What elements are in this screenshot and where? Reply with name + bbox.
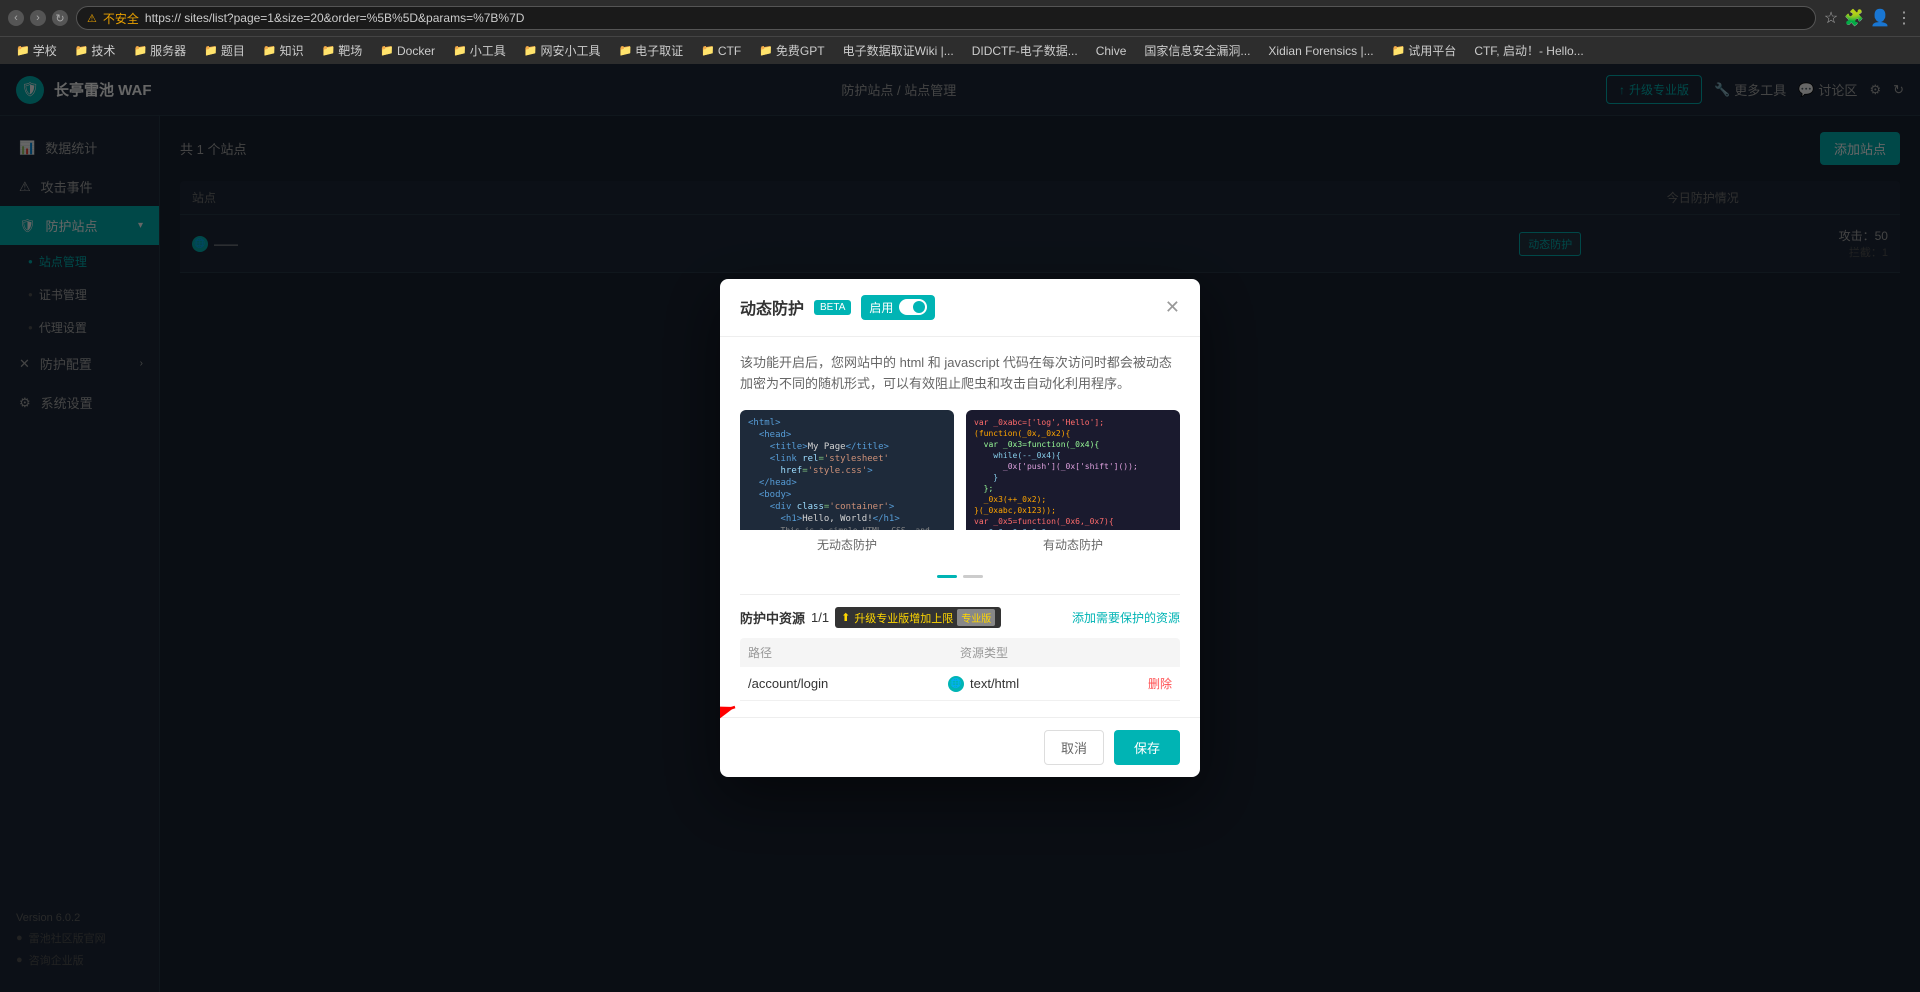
code-after: var _0xabc=['log','Hello']; (function(_0…: [966, 410, 1180, 530]
bookmark-tools[interactable]: 小工具: [445, 40, 514, 61]
bookmark-security[interactable]: 国家信息安全漏洞...: [1136, 40, 1258, 61]
resource-table-row: /account/login 🌐 text/html 删除: [740, 667, 1180, 701]
resource-row-container: /account/login 🌐 text/html 删除: [740, 667, 1180, 701]
toggle-switch[interactable]: [899, 299, 927, 315]
screenshot-right: var _0xabc=['log','Hello']; (function(_0…: [966, 410, 1180, 559]
bookmarks-bar: 学校 技术 服务器 题目 知识 靶场 Docker 小工具 网安小工具 电子取证…: [0, 36, 1920, 64]
delete-resource-button[interactable]: 删除: [1148, 675, 1172, 692]
save-button[interactable]: 保存: [1114, 730, 1180, 765]
bookmark-tech[interactable]: 技术: [67, 40, 124, 61]
bookmark-forensics[interactable]: 电子取证: [610, 40, 691, 61]
bookmark-chive[interactable]: Chive: [1088, 42, 1135, 60]
bookmark-school[interactable]: 学校: [8, 40, 65, 61]
indicator-dot-2[interactable]: [963, 575, 983, 578]
col-type-header: 资源类型: [960, 644, 1172, 661]
bookmark-knowledge[interactable]: 知识: [255, 40, 312, 61]
cancel-button[interactable]: 取消: [1044, 730, 1104, 765]
resources-title: 防护中资源: [740, 608, 805, 627]
url-text: https:// sites/list?page=1&size=20&order…: [145, 11, 525, 25]
bookmark-xidian[interactable]: Xidian Forensics |...: [1260, 42, 1381, 60]
screenshot-left: <html> <head> <title>My Page</title> <li…: [740, 410, 954, 559]
indicator-dot-1[interactable]: [937, 575, 957, 578]
browser-action-icons: ☆ 🧩 👤 ⋮: [1824, 8, 1912, 28]
upgrade-pro-icon: ⬆: [841, 611, 850, 624]
code-before: <html> <head> <title>My Page</title> <li…: [740, 410, 954, 530]
modal-close-button[interactable]: ✕: [1165, 297, 1180, 318]
resource-table-header: 路径 资源类型: [740, 638, 1180, 667]
screenshot-left-label: 无动态防护: [740, 530, 954, 559]
screenshot-right-label: 有动态防护: [966, 530, 1180, 559]
resource-type-label: text/html: [970, 676, 1019, 691]
bookmark-wiki[interactable]: 电子数据取证Wiki |...: [835, 40, 962, 61]
bookmark-ctf2[interactable]: CTF, 启动！- Hello...: [1466, 40, 1591, 61]
resource-type: 🌐 text/html: [948, 676, 1148, 692]
browser-chrome: ‹ › ↻ ⚠ 不安全 https:// sites/list?page=1&s…: [0, 0, 1920, 36]
url-insecure-label: 不安全: [103, 10, 139, 27]
more-menu-icon[interactable]: ⋮: [1896, 8, 1912, 28]
modal-description: 该功能开启后，您网站中的 html 和 javascript 代码在每次访问时都…: [740, 353, 1180, 395]
bookmark-sec-tools[interactable]: 网安小工具: [516, 40, 609, 61]
modal-body: 该功能开启后，您网站中的 html 和 javascript 代码在每次访问时都…: [720, 337, 1200, 718]
modal-header: 动态防护 BETA 启用 ✕: [720, 279, 1200, 337]
add-resource-link[interactable]: 添加需要保护的资源: [1072, 609, 1180, 626]
resource-type-icon: 🌐: [948, 676, 964, 692]
beta-badge: BETA: [814, 300, 851, 315]
modal-overlay[interactable]: 动态防护 BETA 启用 ✕ 该功能开启后，您网站中的 html 和 javas…: [0, 64, 1920, 992]
resources-count: 1/1: [811, 610, 829, 625]
col-path-header: 路径: [748, 644, 960, 661]
resources-section: 防护中资源 1/1 ⬆ 升级专业版增加上限 专业版 添加需要保护的资源 路径 资…: [740, 594, 1180, 701]
bookmark-trial[interactable]: 试用平台: [1384, 40, 1465, 61]
bookmark-ctf[interactable]: CTF: [693, 42, 749, 60]
pro-badge: 专业版: [957, 609, 995, 626]
bookmark-didctf[interactable]: DIDCTF-电子数据...: [964, 40, 1086, 61]
bookmark-star-icon[interactable]: ☆: [1824, 8, 1838, 28]
bookmark-range[interactable]: 靶场: [314, 40, 371, 61]
resources-header: 防护中资源 1/1 ⬆ 升级专业版增加上限 专业版 添加需要保护的资源: [740, 607, 1180, 628]
enable-toggle-button[interactable]: 启用: [861, 295, 935, 320]
bookmark-gpt[interactable]: 免费GPT: [751, 40, 832, 61]
toggle-label: 启用: [869, 299, 893, 316]
resource-path: /account/login: [748, 676, 948, 691]
bookmark-questions[interactable]: 题目: [196, 40, 253, 61]
forward-button[interactable]: ›: [30, 10, 46, 26]
profile-icon[interactable]: 👤: [1870, 8, 1890, 28]
screenshots-container: <html> <head> <title>My Page</title> <li…: [740, 410, 1180, 559]
security-icon: ⚠: [87, 12, 97, 25]
extension-icon[interactable]: 🧩: [1844, 8, 1864, 28]
browser-controls[interactable]: ‹ › ↻: [8, 10, 68, 26]
reload-button[interactable]: ↻: [52, 10, 68, 26]
url-bar[interactable]: ⚠ 不安全 https:// sites/list?page=1&size=20…: [76, 6, 1816, 30]
bookmark-docker[interactable]: Docker: [372, 42, 443, 60]
dynamic-protect-modal: 动态防护 BETA 启用 ✕ 该功能开启后，您网站中的 html 和 javas…: [720, 279, 1200, 778]
bookmark-server[interactable]: 服务器: [125, 40, 194, 61]
upgrade-pro-badge[interactable]: ⬆ 升级专业版增加上限 专业版: [835, 607, 1001, 628]
modal-title: 动态防护: [740, 295, 804, 319]
carousel-indicators: [740, 575, 1180, 578]
modal-footer: 取消 保存: [720, 717, 1200, 777]
back-button[interactable]: ‹: [8, 10, 24, 26]
